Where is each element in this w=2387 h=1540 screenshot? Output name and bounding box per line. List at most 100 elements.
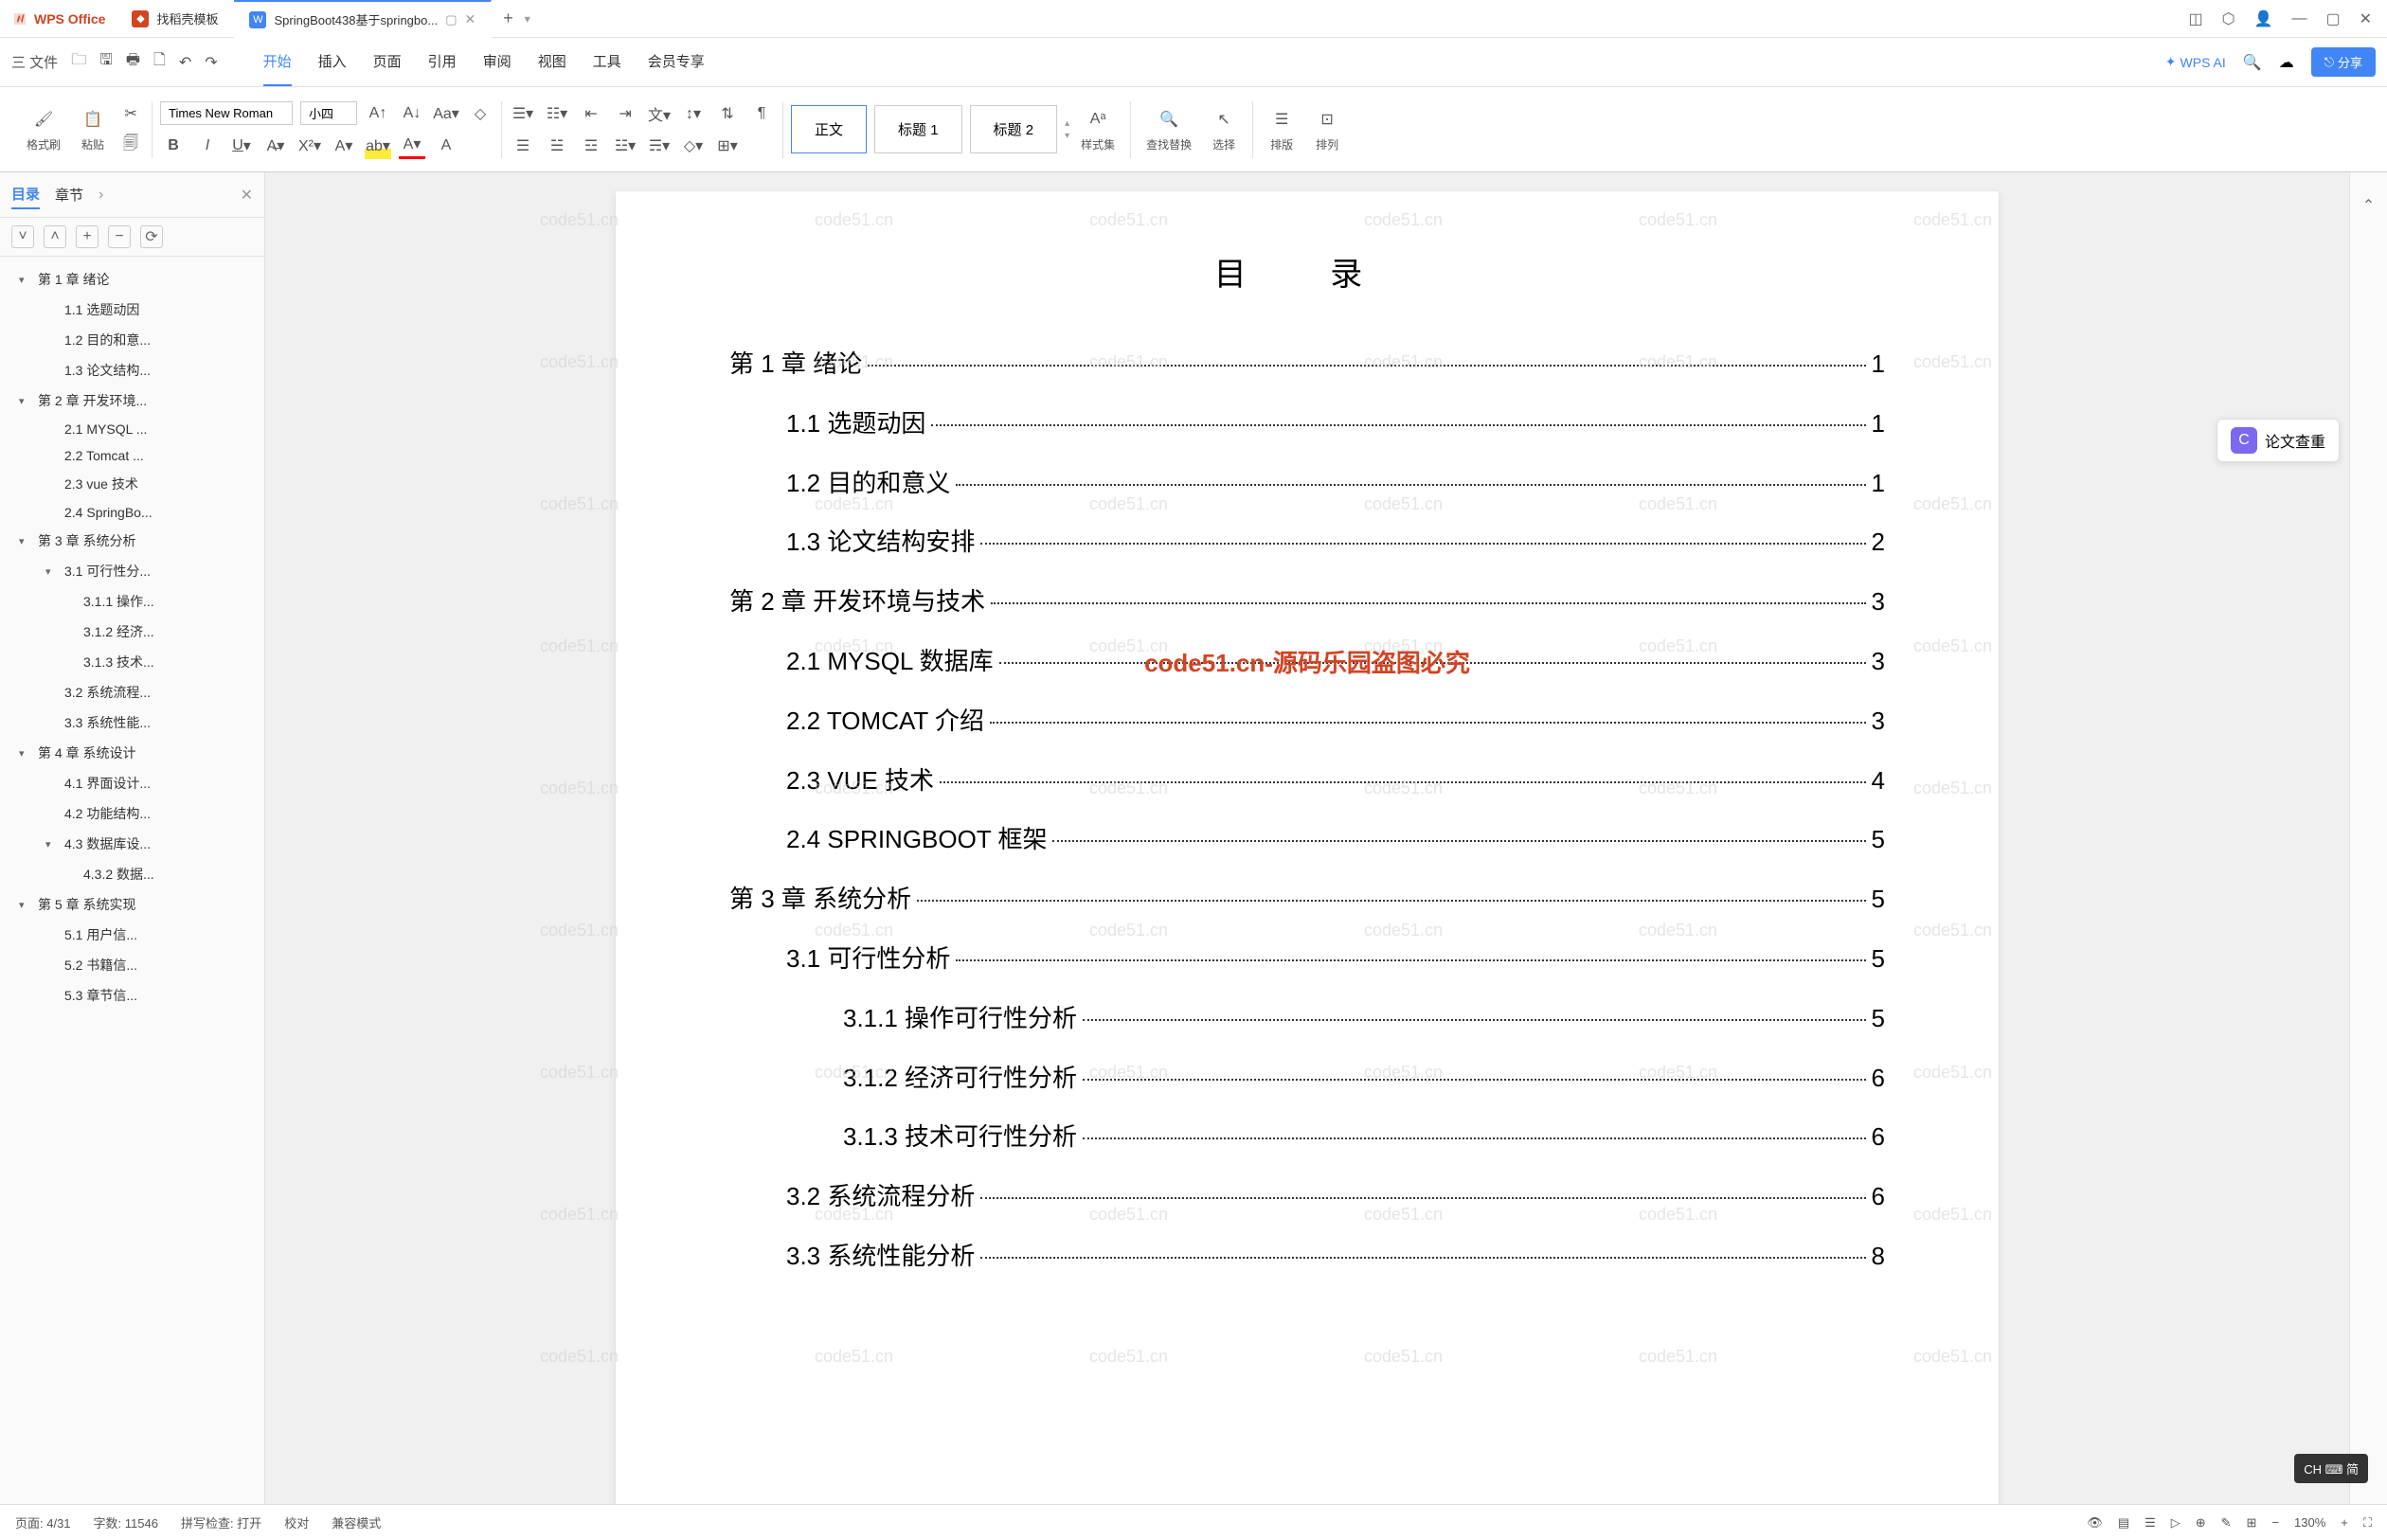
print-icon[interactable]: 🖶: [126, 49, 140, 75]
outline-item[interactable]: 3.2 系统流程...: [0, 677, 264, 707]
bullets-icon[interactable]: ☰▾: [510, 100, 536, 127]
menu-tab-member[interactable]: 会员专享: [648, 38, 705, 86]
outline-item[interactable]: ▾第 1 章 绪论: [0, 264, 264, 295]
cube-icon[interactable]: ⬡: [2222, 9, 2235, 28]
page-view-icon[interactable]: ▤: [2118, 1515, 2129, 1531]
avatar-icon[interactable]: 👤: [2254, 9, 2273, 28]
toc-line[interactable]: 第 3 章 系统分析5: [729, 877, 1885, 922]
shading-icon[interactable]: ◇▾: [680, 133, 707, 159]
file-menu[interactable]: 三 文件: [11, 52, 58, 72]
toc-line[interactable]: 3.1.1 操作可行性分析5: [729, 996, 1885, 1041]
save-icon[interactable]: 🖫: [99, 49, 113, 75]
tab-template[interactable]: ◆ 找稻壳模板: [117, 0, 234, 38]
minimize-icon[interactable]: —: [2291, 10, 2306, 27]
chevron-right-icon[interactable]: ›: [99, 187, 103, 204]
tab-menu-icon[interactable]: ▢: [445, 12, 457, 27]
redo-icon[interactable]: ↷: [205, 53, 217, 72]
spell-check-status[interactable]: 拼写检查: 打开: [181, 1513, 261, 1531]
decrease-font-icon[interactable]: A↓: [399, 100, 425, 127]
close-icon[interactable]: ✕: [465, 11, 476, 27]
canvas[interactable]: 目 录 第 1 章 绪论11.1 选题动因11.2 目的和意义11.3 论文结构…: [265, 172, 2349, 1504]
outline-item[interactable]: ▾第 3 章 系统分析: [0, 526, 264, 556]
outline-view-icon[interactable]: ☰: [2145, 1515, 2156, 1531]
outline-item[interactable]: 1.3 论文结构...: [0, 355, 264, 385]
tab-document[interactable]: W SpringBoot438基于springbo... ▢ ✕: [234, 0, 492, 38]
cut-icon[interactable]: ✂: [117, 100, 144, 127]
outline-item[interactable]: ▾3.1 可行性分...: [0, 556, 264, 586]
outline-item[interactable]: 4.3.2 数据...: [0, 859, 264, 889]
style-normal[interactable]: 正文: [791, 105, 867, 153]
collapse-up-icon[interactable]: ˄: [44, 225, 66, 248]
copy-icon[interactable]: 🗐: [117, 133, 144, 159]
bold-icon[interactable]: B: [160, 133, 187, 159]
style-h2[interactable]: 标题 2: [970, 105, 1058, 153]
toc-line[interactable]: 1.3 论文结构安排2: [729, 520, 1885, 564]
distribute-icon[interactable]: ☴▾: [646, 133, 673, 159]
outline-item[interactable]: 5.2 书籍信...: [0, 950, 264, 980]
show-marks-icon[interactable]: ¶: [748, 100, 775, 127]
menu-tab-insert[interactable]: 插入: [318, 38, 347, 86]
style-h1[interactable]: 标题 1: [874, 105, 962, 153]
globe-icon[interactable]: ⊕: [2196, 1515, 2206, 1531]
eye-icon[interactable]: 👁: [2087, 1515, 2103, 1531]
style-set-icon[interactable]: Aᵃ: [1085, 106, 1111, 133]
outline-item[interactable]: 3.1.3 技术...: [0, 647, 264, 677]
align-center-icon[interactable]: ☱: [544, 133, 570, 159]
align-right-icon[interactable]: ☲: [578, 133, 604, 159]
outline-item[interactable]: ▾4.3 数据库设...: [0, 829, 264, 859]
italic-icon[interactable]: I: [194, 133, 221, 159]
arrange-icon[interactable]: ☰: [1268, 106, 1295, 133]
cloud-icon[interactable]: ☁: [2279, 53, 2294, 72]
line-spacing-icon[interactable]: ↕▾: [680, 100, 707, 127]
increase-indent-icon[interactable]: ⇥: [612, 100, 638, 127]
maximize-icon[interactable]: ▢: [2325, 9, 2340, 28]
format-brush-icon[interactable]: 🖌: [30, 106, 57, 133]
toc-line[interactable]: 第 1 章 绪论1: [729, 342, 1885, 386]
toc-line[interactable]: 1.2 目的和意义1: [729, 461, 1885, 506]
tab-dropdown-icon[interactable]: ▾: [525, 12, 530, 26]
proof-status[interactable]: 校对: [284, 1513, 309, 1531]
close-sidebar-icon[interactable]: ✕: [241, 186, 253, 205]
print-preview-icon[interactable]: 🗋: [153, 49, 166, 75]
change-case-icon[interactable]: Aa▾: [433, 100, 459, 127]
cursor-icon[interactable]: ↖: [1211, 106, 1237, 133]
folder-icon[interactable]: 🗀: [71, 49, 86, 75]
text-effect-icon[interactable]: A▾: [331, 133, 357, 159]
toc-line[interactable]: 2.4 SPRINGBOOT 框架5: [729, 817, 1885, 862]
strikethrough-icon[interactable]: A̶▾: [262, 133, 289, 159]
outline-item[interactable]: 4.2 功能结构...: [0, 798, 264, 829]
play-icon[interactable]: ▷: [2171, 1515, 2181, 1531]
font-size-select[interactable]: [300, 101, 357, 125]
outline-item[interactable]: 2.4 SpringBo...: [0, 499, 264, 526]
toc-line[interactable]: 2.3 VUE 技术4: [729, 759, 1885, 803]
outline-item[interactable]: 2.2 Tomcat ...: [0, 442, 264, 469]
expand-down-icon[interactable]: ˅: [11, 225, 34, 248]
text-direction-icon[interactable]: 文▾: [646, 100, 673, 127]
outline-item[interactable]: 3.1.2 经济...: [0, 617, 264, 647]
outline-item[interactable]: ▾第 4 章 系统设计: [0, 738, 264, 768]
undo-icon[interactable]: ↶: [179, 53, 191, 72]
sidebar-tab-toc[interactable]: 目录: [11, 180, 40, 209]
remove-icon[interactable]: −: [108, 225, 131, 248]
toc-line[interactable]: 3.1.3 技术可行性分析6: [729, 1115, 1885, 1159]
underline-icon[interactable]: U▾: [228, 133, 255, 159]
align-left-icon[interactable]: ☰: [510, 133, 536, 159]
share-button[interactable]: ⎋ 分享: [2311, 47, 2376, 77]
outline-item[interactable]: 5.1 用户信...: [0, 920, 264, 950]
collapse-panel-icon[interactable]: ⌃: [2355, 191, 2383, 220]
add-icon[interactable]: +: [76, 225, 99, 248]
word-count[interactable]: 字数: 11546: [94, 1513, 158, 1531]
paper-check-button[interactable]: C 论文查重: [2216, 419, 2340, 462]
borders-icon[interactable]: ⊞▾: [714, 133, 741, 159]
sort-icon[interactable]: ⇅: [714, 100, 741, 127]
outline-item[interactable]: 4.1 界面设计...: [0, 768, 264, 798]
outline-item[interactable]: ▾第 5 章 系统实现: [0, 889, 264, 920]
outline-item[interactable]: 5.3 章节信...: [0, 980, 264, 1011]
layout-icon[interactable]: ⊞: [2247, 1515, 2257, 1531]
tab-add-button[interactable]: +: [492, 9, 525, 28]
app-logo[interactable]: WPS Office: [0, 10, 117, 27]
find-icon[interactable]: 🔍: [1156, 106, 1182, 133]
pencil-icon[interactable]: ✎: [2221, 1515, 2232, 1531]
clear-format-icon[interactable]: ◇: [467, 100, 494, 127]
toc-line[interactable]: 3.2 系统流程分析6: [729, 1174, 1885, 1219]
